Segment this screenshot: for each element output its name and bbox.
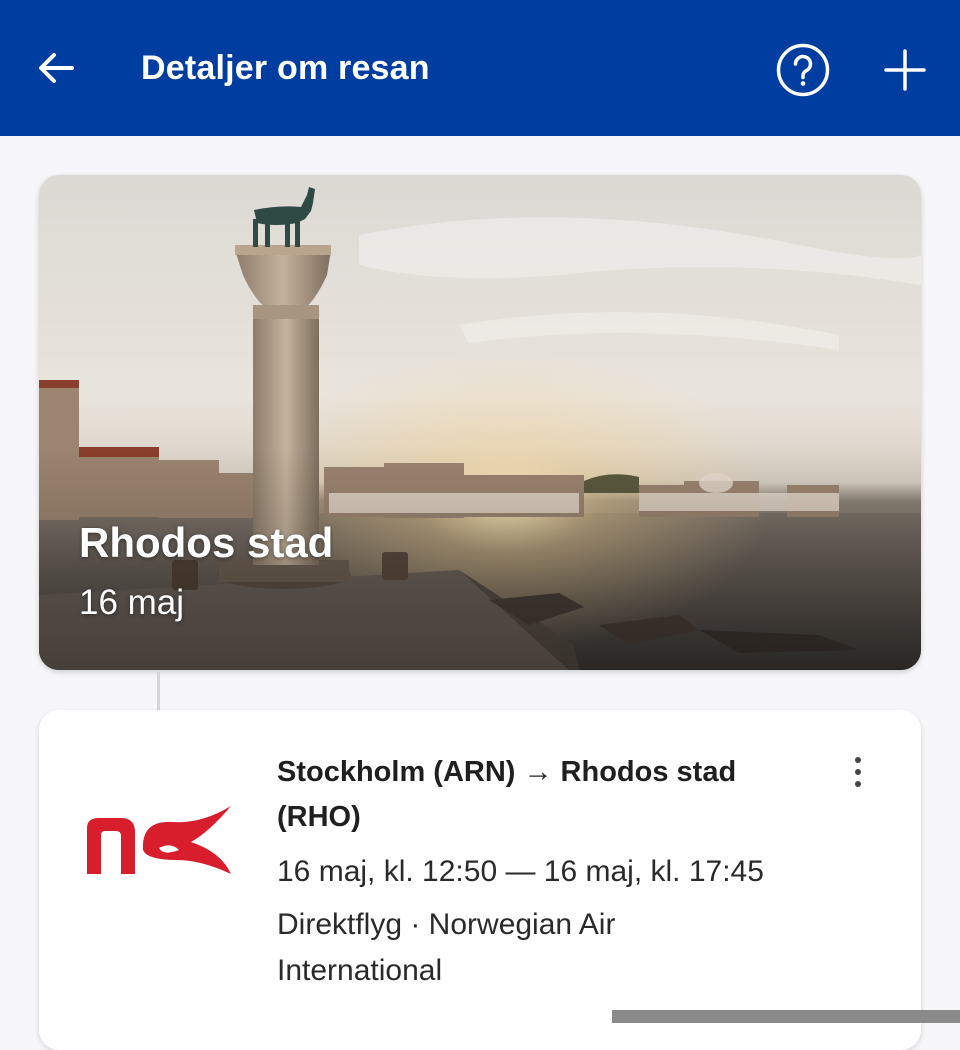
scroll-indicator bbox=[612, 1010, 960, 1023]
flight-times: 16 maj, kl. 12:50 — 16 maj, kl. 17:45 bbox=[277, 855, 764, 888]
flight-info: Direktflyg · Norwegian Air International bbox=[277, 908, 616, 987]
destination-card[interactable]: Rhodos stad 16 maj bbox=[39, 175, 921, 670]
timeline-connector bbox=[157, 672, 160, 712]
help-button[interactable] bbox=[774, 41, 832, 99]
back-button[interactable] bbox=[28, 40, 84, 96]
more-options-button[interactable] bbox=[845, 754, 871, 794]
app-bar: Detaljer om resan bbox=[0, 0, 960, 136]
plus-icon bbox=[884, 49, 926, 91]
help-circle-icon bbox=[776, 43, 830, 97]
arrow-left-icon bbox=[39, 53, 74, 83]
norwegian-logo-icon bbox=[87, 806, 231, 874]
destination-name: Rhodos stad bbox=[79, 519, 334, 566]
flight-route: Stockholm (ARN) → Rhodos stad (RHO) bbox=[277, 756, 737, 833]
flight-card[interactable]: Stockholm (ARN) → Rhodos stad (RHO) 16 m… bbox=[39, 710, 921, 1050]
more-vertical-icon bbox=[855, 757, 861, 787]
destination-date: 16 maj bbox=[79, 583, 185, 622]
airline-logo bbox=[81, 798, 237, 874]
page-title: Detaljer om resan bbox=[141, 49, 430, 87]
add-button[interactable] bbox=[876, 41, 934, 99]
